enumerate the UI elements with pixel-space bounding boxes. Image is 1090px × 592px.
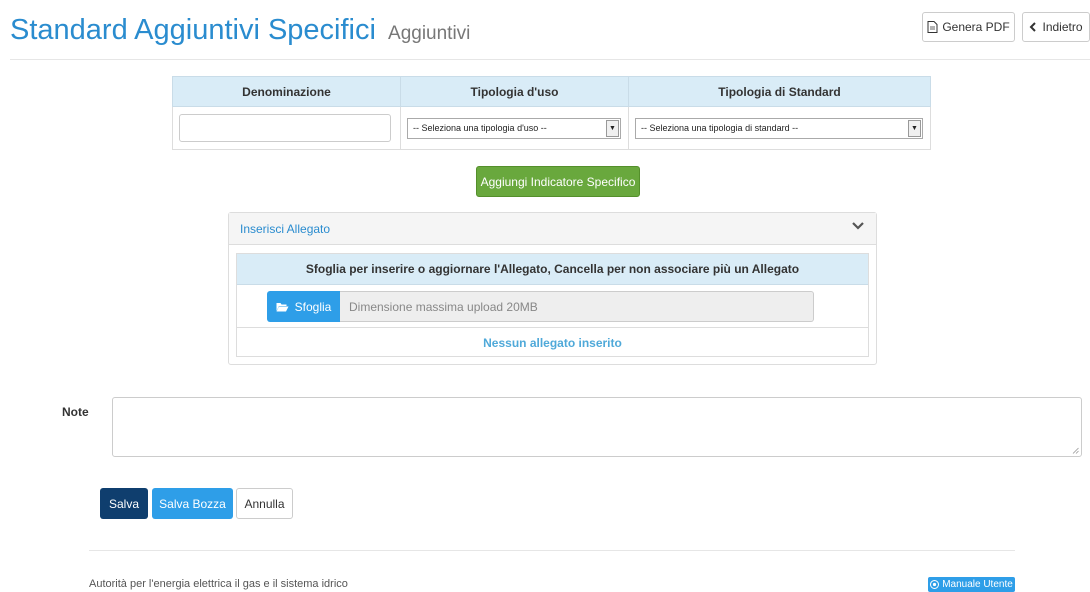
browse-label: Sfoglia (294, 299, 332, 314)
generate-pdf-label: Genera PDF (942, 20, 1010, 34)
upload-filename-field: Dimensione massima upload 20MB (340, 291, 814, 322)
denominazione-cell (172, 106, 401, 150)
no-attachment-text: Nessun allegato inserito (483, 336, 622, 350)
generate-pdf-button[interactable]: Genera PDF (922, 12, 1015, 42)
add-indicator-button[interactable]: Aggiungi Indicatore Specifico (476, 166, 640, 197)
chevron-down-icon[interactable] (852, 221, 864, 231)
browse-button[interactable]: Sfoglia (267, 291, 340, 322)
attachment-instructions: Sfoglia per inserire o aggiornare l'Alle… (237, 254, 868, 285)
column-header-tipologia-uso: Tipologia d'uso (400, 76, 629, 107)
indicator-table: Denominazione Tipologia d'uso Tipologia … (172, 76, 931, 150)
tipologia-standard-value: -- Seleziona una tipologia di standard -… (641, 123, 799, 133)
resize-handle-icon[interactable] (1072, 447, 1079, 454)
column-header-tipologia-standard: Tipologia di Standard (628, 76, 931, 107)
attachment-panel-title[interactable]: Inserisci Allegato (240, 222, 330, 236)
user-manual-button[interactable]: Manuale Utente (928, 577, 1015, 592)
attachment-panel: Inserisci Allegato Sfoglia per inserire … (228, 212, 877, 365)
back-button[interactable]: Indietro (1022, 12, 1090, 42)
tipologia-uso-value: -- Seleziona una tipologia d'uso -- (413, 123, 547, 133)
tipologia-uso-cell: -- Seleziona una tipologia d'uso -- ▼ (400, 106, 629, 150)
attachment-divider (237, 327, 868, 328)
help-circle-icon (930, 580, 940, 589)
column-header-denominazione: Denominazione (172, 76, 401, 107)
tipologia-standard-select[interactable]: -- Seleziona una tipologia di standard -… (635, 117, 923, 139)
tipologia-standard-cell: -- Seleziona una tipologia di standard -… (628, 106, 931, 150)
attachment-panel-header[interactable]: Inserisci Allegato (229, 213, 876, 245)
select-arrow-icon: ▼ (606, 119, 619, 137)
attachment-box: Sfoglia per inserire o aggiornare l'Alle… (236, 253, 869, 357)
denominazione-input[interactable] (179, 114, 391, 142)
upload-size-hint: Dimensione massima upload 20MB (349, 299, 538, 314)
footer-authority-text: Autorità per l'energia elettrica il gas … (89, 578, 348, 590)
notes-textarea[interactable] (112, 397, 1082, 457)
cancel-button[interactable]: Annulla (236, 488, 293, 519)
user-manual-label: Manuale Utente (942, 579, 1013, 590)
back-label: Indietro (1042, 20, 1083, 34)
table-row: -- Seleziona una tipologia d'uso -- ▼ --… (172, 106, 931, 150)
header-divider (10, 59, 1090, 60)
select-arrow-icon: ▼ (908, 119, 921, 137)
save-draft-button[interactable]: Salva Bozza (152, 488, 233, 519)
page-title: Standard Aggiuntivi Specifici Aggiuntivi (10, 14, 470, 47)
tipologia-uso-select[interactable]: -- Seleziona una tipologia d'uso -- ▼ (407, 117, 621, 139)
folder-open-icon (276, 302, 289, 311)
pdf-file-icon (927, 21, 938, 33)
page-title-text: Standard Aggiuntivi Specifici (10, 14, 376, 46)
chevron-left-icon (1030, 22, 1037, 32)
save-button[interactable]: Salva (100, 488, 148, 519)
footer-divider (89, 550, 1015, 551)
notes-label: Note (62, 405, 89, 419)
page-subtitle: Aggiuntivi (388, 23, 471, 44)
